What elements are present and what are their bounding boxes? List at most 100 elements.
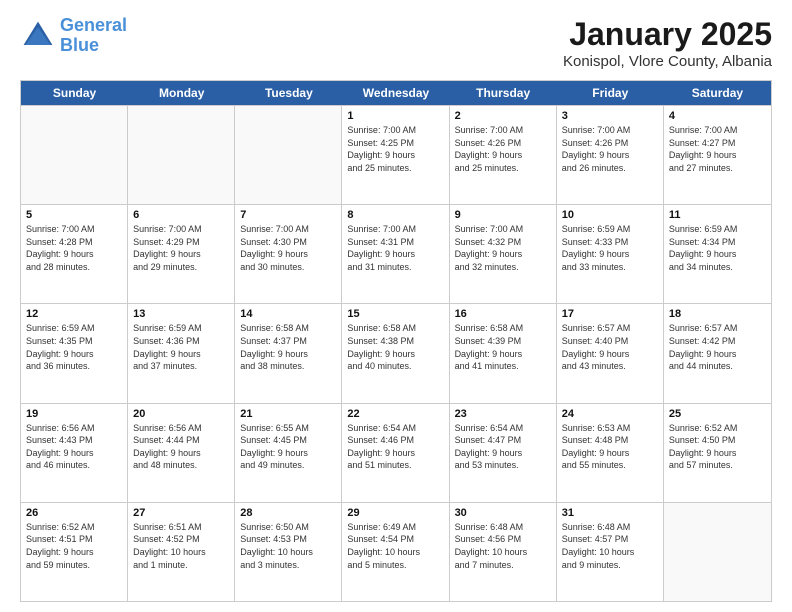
day-number: 8	[347, 209, 443, 221]
logo-general: General	[60, 15, 127, 35]
day-info: Sunrise: 7:00 AM Sunset: 4:32 PM Dayligh…	[455, 223, 551, 273]
day-info: Sunrise: 6:53 AM Sunset: 4:48 PM Dayligh…	[562, 422, 658, 472]
day-info: Sunrise: 6:54 AM Sunset: 4:47 PM Dayligh…	[455, 422, 551, 472]
calendar-body: 1 Sunrise: 7:00 AM Sunset: 4:25 PM Daylig…	[21, 105, 771, 601]
header-day-saturday: Saturday	[664, 81, 771, 105]
day-number: 14	[240, 308, 336, 320]
header-day-monday: Monday	[128, 81, 235, 105]
day-number: 22	[347, 408, 443, 420]
main-title: January 2025	[563, 16, 772, 53]
day-number: 13	[133, 308, 229, 320]
day-info: Sunrise: 7:00 AM Sunset: 4:29 PM Dayligh…	[133, 223, 229, 273]
day-cell-14: 14 Sunrise: 6:58 AM Sunset: 4:37 PM Dayli…	[235, 304, 342, 402]
day-info: Sunrise: 6:58 AM Sunset: 4:39 PM Dayligh…	[455, 322, 551, 372]
day-cell-21: 21Sunrise: 6:55 AM Sunset: 4:45 PM Dayli…	[235, 404, 342, 502]
day-number: 16	[455, 308, 551, 320]
day-number: 20	[133, 408, 229, 420]
day-number: 28	[240, 507, 336, 519]
day-cell-7: 7Sunrise: 7:00 AM Sunset: 4:30 PM Daylig…	[235, 205, 342, 303]
day-info: Sunrise: 6:58 AM Sunset: 4:37 PM Dayligh…	[240, 322, 336, 372]
day-cell-26: 26Sunrise: 6:52 AM Sunset: 4:51 PM Dayli…	[21, 503, 128, 601]
day-info: Sunrise: 7:00 AM Sunset: 4:27 PM Dayligh…	[669, 124, 766, 174]
day-number: 1	[347, 110, 443, 122]
subtitle: Konispol, Vlore County, Albania	[563, 53, 772, 70]
day-cell-13: 13Sunrise: 6:59 AM Sunset: 4:36 PM Dayli…	[128, 304, 235, 402]
day-number: 23	[455, 408, 551, 420]
day-info: Sunrise: 6:59 AM Sunset: 4:34 PM Dayligh…	[669, 223, 766, 273]
day-cell-2: 2Sunrise: 7:00 AM Sunset: 4:26 PM Daylig…	[450, 106, 557, 204]
logo: General Blue	[20, 16, 127, 56]
day-number: 27	[133, 507, 229, 519]
day-cell-30: 30 Sunrise: 6:48 AM Sunset: 4:56 PM Dayli…	[450, 503, 557, 601]
calendar-row-2: 5 Sunrise: 7:00 AM Sunset: 4:28 PM Daylig…	[21, 204, 771, 303]
day-info: Sunrise: 6:50 AM Sunset: 4:53 PM Dayligh…	[240, 521, 336, 571]
calendar-row-4: 19 Sunrise: 6:56 AM Sunset: 4:43 PM Dayli…	[21, 403, 771, 502]
day-cell-3: 3Sunrise: 7:00 AM Sunset: 4:26 PM Daylig…	[557, 106, 664, 204]
day-cell-23: 23 Sunrise: 6:54 AM Sunset: 4:47 PM Dayli…	[450, 404, 557, 502]
day-info: Sunrise: 6:58 AM Sunset: 4:38 PM Dayligh…	[347, 322, 443, 372]
day-cell-31: 31Sunrise: 6:48 AM Sunset: 4:57 PM Dayli…	[557, 503, 664, 601]
day-number: 18	[669, 308, 766, 320]
day-number: 26	[26, 507, 122, 519]
header-day-wednesday: Wednesday	[342, 81, 449, 105]
day-info: Sunrise: 7:00 AM Sunset: 4:28 PM Dayligh…	[26, 223, 122, 273]
day-cell-16: 16 Sunrise: 6:58 AM Sunset: 4:39 PM Dayli…	[450, 304, 557, 402]
empty-cell	[664, 503, 771, 601]
day-info: Sunrise: 6:59 AM Sunset: 4:35 PM Dayligh…	[26, 322, 122, 372]
day-info: Sunrise: 6:49 AM Sunset: 4:54 PM Dayligh…	[347, 521, 443, 571]
day-info: Sunrise: 6:52 AM Sunset: 4:50 PM Dayligh…	[669, 422, 766, 472]
day-number: 15	[347, 308, 443, 320]
calendar-row-3: 12 Sunrise: 6:59 AM Sunset: 4:35 PM Dayli…	[21, 303, 771, 402]
day-number: 17	[562, 308, 658, 320]
title-block: January 2025 Konispol, Vlore County, Alb…	[563, 16, 772, 70]
day-cell-1: 1 Sunrise: 7:00 AM Sunset: 4:25 PM Daylig…	[342, 106, 449, 204]
day-info: Sunrise: 6:51 AM Sunset: 4:52 PM Dayligh…	[133, 521, 229, 571]
day-info: Sunrise: 6:56 AM Sunset: 4:44 PM Dayligh…	[133, 422, 229, 472]
calendar-header: SundayMondayTuesdayWednesdayThursdayFrid…	[21, 81, 771, 105]
empty-cell	[235, 106, 342, 204]
empty-cell	[128, 106, 235, 204]
day-cell-18: 18 Sunrise: 6:57 AM Sunset: 4:42 PM Dayli…	[664, 304, 771, 402]
day-number: 3	[562, 110, 658, 122]
day-number: 2	[455, 110, 551, 122]
day-cell-12: 12 Sunrise: 6:59 AM Sunset: 4:35 PM Dayli…	[21, 304, 128, 402]
day-info: Sunrise: 7:00 AM Sunset: 4:31 PM Dayligh…	[347, 223, 443, 273]
day-number: 12	[26, 308, 122, 320]
day-number: 5	[26, 209, 122, 221]
calendar-row-5: 26Sunrise: 6:52 AM Sunset: 4:51 PM Dayli…	[21, 502, 771, 601]
day-number: 30	[455, 507, 551, 519]
day-number: 29	[347, 507, 443, 519]
day-info: Sunrise: 6:48 AM Sunset: 4:56 PM Dayligh…	[455, 521, 551, 571]
day-cell-20: 20 Sunrise: 6:56 AM Sunset: 4:44 PM Dayli…	[128, 404, 235, 502]
day-number: 11	[669, 209, 766, 221]
day-number: 21	[240, 408, 336, 420]
header-day-thursday: Thursday	[450, 81, 557, 105]
page: General Blue January 2025 Konispol, Vlor…	[0, 0, 792, 612]
day-cell-25: 25 Sunrise: 6:52 AM Sunset: 4:50 PM Dayli…	[664, 404, 771, 502]
day-number: 9	[455, 209, 551, 221]
day-number: 19	[26, 408, 122, 420]
day-number: 4	[669, 110, 766, 122]
day-number: 24	[562, 408, 658, 420]
day-cell-8: 8 Sunrise: 7:00 AM Sunset: 4:31 PM Daylig…	[342, 205, 449, 303]
header: General Blue January 2025 Konispol, Vlor…	[20, 16, 772, 70]
day-cell-4: 4 Sunrise: 7:00 AM Sunset: 4:27 PM Daylig…	[664, 106, 771, 204]
day-cell-28: 28 Sunrise: 6:50 AM Sunset: 4:53 PM Dayli…	[235, 503, 342, 601]
day-info: Sunrise: 6:48 AM Sunset: 4:57 PM Dayligh…	[562, 521, 658, 571]
day-info: Sunrise: 6:57 AM Sunset: 4:42 PM Dayligh…	[669, 322, 766, 372]
header-day-friday: Friday	[557, 81, 664, 105]
day-info: Sunrise: 7:00 AM Sunset: 4:25 PM Dayligh…	[347, 124, 443, 174]
day-cell-6: 6Sunrise: 7:00 AM Sunset: 4:29 PM Daylig…	[128, 205, 235, 303]
header-day-tuesday: Tuesday	[235, 81, 342, 105]
day-cell-29: 29 Sunrise: 6:49 AM Sunset: 4:54 PM Dayli…	[342, 503, 449, 601]
empty-cell	[21, 106, 128, 204]
day-info: Sunrise: 6:56 AM Sunset: 4:43 PM Dayligh…	[26, 422, 122, 472]
calendar: SundayMondayTuesdayWednesdayThursdayFrid…	[20, 80, 772, 602]
day-number: 10	[562, 209, 658, 221]
logo-text: General Blue	[60, 16, 127, 56]
day-cell-17: 17Sunrise: 6:57 AM Sunset: 4:40 PM Dayli…	[557, 304, 664, 402]
day-cell-22: 22Sunrise: 6:54 AM Sunset: 4:46 PM Dayli…	[342, 404, 449, 502]
day-info: Sunrise: 6:59 AM Sunset: 4:33 PM Dayligh…	[562, 223, 658, 273]
day-number: 25	[669, 408, 766, 420]
day-cell-10: 10 Sunrise: 6:59 AM Sunset: 4:33 PM Dayli…	[557, 205, 664, 303]
